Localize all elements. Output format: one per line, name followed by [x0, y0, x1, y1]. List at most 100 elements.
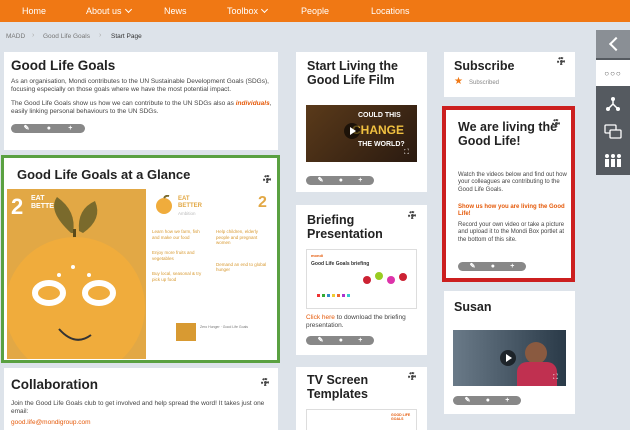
star-icon[interactable]: ★ [454, 76, 463, 87]
card-title: Good Life Goals [11, 58, 116, 73]
collaboration-card: Collaboration Join the Good Life Goals c… [4, 368, 278, 430]
play-icon[interactable] [500, 350, 516, 366]
add-icon[interactable]: + [358, 336, 362, 345]
download-link[interactable]: Click here [306, 314, 335, 321]
nav-news[interactable]: News [164, 6, 187, 16]
gear-icon[interactable] [263, 175, 271, 183]
nav-toolbox[interactable]: Toolbox [227, 5, 269, 16]
add-icon[interactable]: + [510, 262, 514, 271]
chevron-down-icon [124, 5, 132, 14]
breadcrumb-item[interactable]: MADD [6, 33, 25, 40]
fullscreen-icon[interactable]: ⛶ [553, 374, 558, 382]
card-title: Briefing Presentation [307, 213, 383, 241]
bullet-item: Help children, elderly people and pregna… [216, 229, 259, 245]
portlet-actions: ✎ ● + [306, 336, 374, 345]
ambition-label: Ambition [178, 211, 196, 216]
tv-template-thumbnail[interactable]: GOOD LIFE GOALS [306, 409, 417, 430]
settings-icon[interactable]: ● [47, 124, 51, 133]
living-good-life-card: We are living the Good Life! Watch the v… [442, 106, 575, 282]
breadcrumb-item[interactable]: Good Life Goals [43, 33, 90, 40]
glance-card: Good Life Goals at a Glance 2 EAT BETTER … [1, 155, 280, 363]
nav-about-us[interactable]: About us [86, 5, 132, 16]
film-video[interactable]: COULD THIS CHANGE THE WORLD? ⛶ [306, 105, 417, 162]
living-highlight[interactable]: Show us how you are living the Good Life… [458, 204, 570, 219]
bullet-item: Buy local, seasonal & try pick up food [152, 271, 202, 282]
edit-icon[interactable]: ✎ [470, 262, 476, 271]
settings-icon[interactable]: ● [339, 336, 343, 345]
nav-locations[interactable]: Locations [371, 6, 410, 16]
susan-video[interactable]: ⛶ [453, 330, 566, 386]
portlet-actions: ✎ ● + [453, 396, 521, 405]
briefing-card: Briefing Presentation mondi Good Life Go… [296, 205, 427, 355]
card-title: TV Screen Templates [307, 373, 369, 401]
people-icon [605, 154, 621, 167]
info-heading: EAT BETTER [178, 196, 202, 210]
goal-info-panel: EAT BETTER Ambition 2 Learn how we farm, … [146, 189, 275, 359]
bullet-item: Learn how we farm, fish and make our foo… [152, 229, 200, 240]
share-icon [606, 97, 620, 111]
add-icon[interactable]: + [505, 396, 509, 405]
portlet-actions: ✎ ● + [11, 124, 85, 133]
bullet-item: Enjoy more fruits and vegetables [152, 250, 195, 261]
right-sidebar: ○○○ [596, 30, 630, 175]
more-options-button[interactable]: ○○○ [596, 60, 630, 86]
bullet-column-right: Help children, elderly people and pregna… [216, 229, 270, 273]
gear-icon[interactable] [557, 57, 565, 65]
individuals-paragraph: The Good Life Goals show us how we can c… [11, 100, 273, 116]
comments-button[interactable] [596, 118, 630, 146]
chat-icon [604, 124, 622, 139]
nav-people[interactable]: People [301, 6, 329, 16]
gear-icon[interactable] [552, 119, 560, 127]
breadcrumb-current: Start Page [111, 33, 142, 40]
settings-icon[interactable]: ● [339, 176, 343, 185]
edit-icon[interactable]: ✎ [318, 176, 324, 185]
email-link[interactable]: good.life@mondigroup.com [11, 419, 91, 427]
gear-icon[interactable] [408, 211, 416, 219]
susan-card: Susan ⛶ ✎ ● + [444, 291, 575, 414]
nav-about-us-label: About us [86, 6, 122, 16]
info-heading-line: BETTER [178, 203, 202, 209]
card-title: Collaboration [11, 377, 98, 392]
more-icon: ○○○ [604, 68, 622, 78]
slide-illustration [317, 272, 407, 297]
bullet-item: Demand an end to global hunger [216, 261, 267, 273]
share-button[interactable] [596, 90, 630, 118]
card-title: We are living the Good Life! [458, 120, 558, 148]
person-head [525, 342, 547, 364]
play-icon[interactable] [344, 123, 360, 139]
edit-icon[interactable]: ✎ [24, 124, 30, 133]
briefing-slide-thumbnail[interactable]: mondi Good Life Goals briefing [306, 249, 417, 309]
goal-poster: 2 EAT BETTER [7, 189, 146, 359]
tv-templates-card: TV Screen Templates GOOD LIFE GOALS [296, 367, 427, 430]
film-card: Start Living the Good Life Film COULD TH… [296, 52, 427, 192]
living-intro: Watch the videos below and find out how … [458, 172, 567, 193]
card-title: Start Living the Good Life Film [307, 59, 398, 87]
settings-icon[interactable]: ● [491, 262, 495, 271]
people-button[interactable] [596, 146, 630, 174]
portlet-actions: ✎ ● + [458, 262, 526, 271]
card-title: Good Life Goals at a Glance [17, 167, 191, 182]
nav-toolbox-label: Toolbox [227, 6, 259, 16]
subscribe-card: Subscribe ★ Subscribed [444, 52, 575, 97]
nav-home[interactable]: Home [22, 6, 46, 16]
gear-icon[interactable] [408, 372, 416, 380]
orange-fruit-illustration [7, 197, 145, 359]
chevron-left-icon [608, 36, 623, 52]
good-life-goals-card: Good Life Goals As an organisation, Mond… [4, 52, 278, 150]
card-title: Subscribe [454, 59, 515, 73]
paragraph-text: The Good Life Goals show us how we can c… [11, 100, 234, 107]
fullscreen-icon[interactable]: ⛶ [404, 149, 409, 157]
edit-icon[interactable]: ✎ [465, 396, 471, 405]
settings-icon[interactable]: ● [486, 396, 490, 405]
add-icon[interactable]: + [358, 176, 362, 185]
bullet-column-left: Learn how we farm, fish and make our foo… [152, 229, 206, 282]
info-number: 2 [258, 194, 267, 211]
collapse-sidebar-button[interactable] [596, 30, 630, 58]
breadcrumb-separator: › [32, 32, 35, 39]
card-title: Susan [454, 300, 492, 314]
gear-icon[interactable] [261, 378, 269, 386]
briefing-download-text: Click here to download the briefing pres… [306, 314, 421, 330]
edit-icon[interactable]: ✎ [318, 336, 324, 345]
add-icon[interactable]: + [68, 124, 72, 133]
orange-icon [156, 195, 172, 214]
